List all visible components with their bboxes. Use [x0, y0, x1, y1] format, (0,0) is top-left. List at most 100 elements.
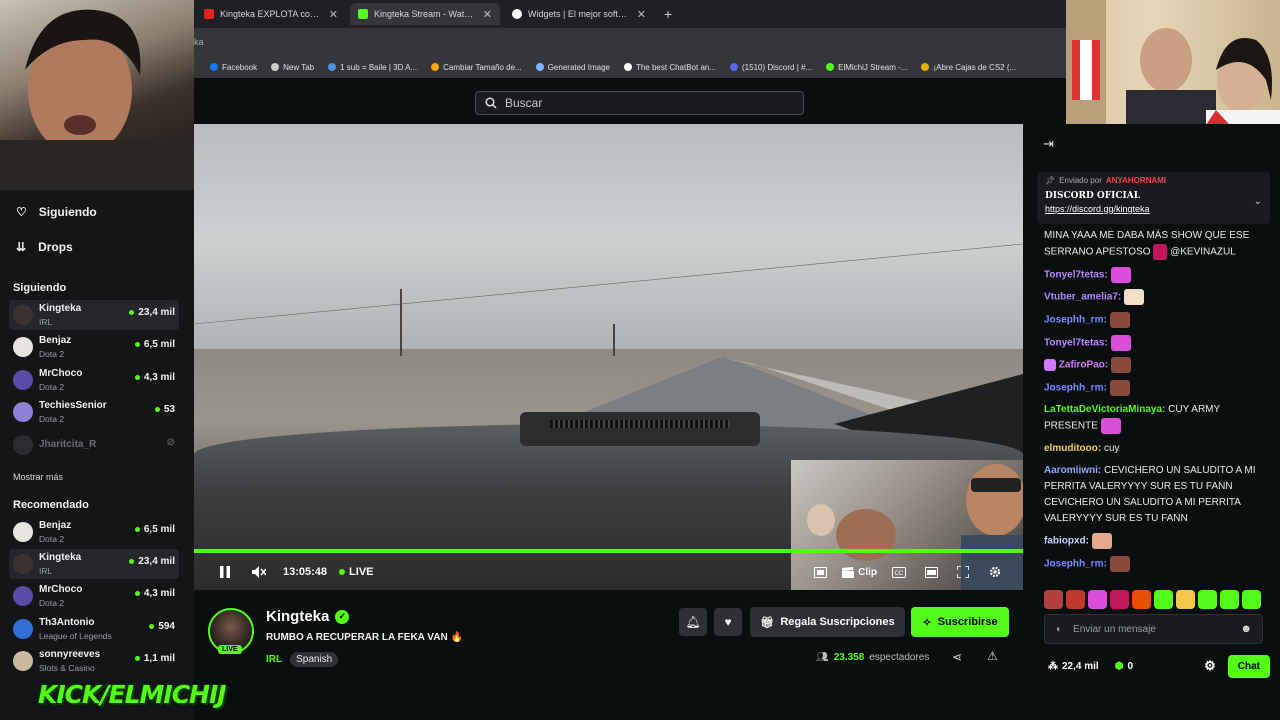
bookmark-item[interactable]: ¡Abre Cajas de CS2 (... — [921, 63, 1016, 72]
nav-following[interactable]: ♡ Siguiendo — [16, 205, 97, 219]
chat-username[interactable]: Vtuber_amelia7: — [1044, 292, 1121, 303]
address-bar[interactable]: ka — [194, 28, 1066, 56]
emote-icon[interactable] — [1220, 590, 1239, 609]
bookmark-item[interactable]: New Tab — [271, 63, 314, 72]
pause-button[interactable] — [211, 558, 239, 586]
sidebar-channel-mrchoco[interactable]: MrChoco Dota 2 4,3 mil — [9, 581, 179, 611]
bookmark-item[interactable]: Generated Image — [535, 63, 610, 72]
sidebar-channel-techiessenior[interactable]: TechiesSenior Dota 2 53 — [9, 397, 179, 427]
close-tab-icon[interactable]: ✕ — [483, 8, 492, 21]
chevron-down-icon[interactable]: ⌄ — [1254, 196, 1262, 207]
live-dot-icon — [134, 375, 140, 380]
emote-icon[interactable] — [1242, 590, 1261, 609]
new-tab-plus-icon[interactable]: + — [658, 6, 678, 22]
live-indicator[interactable]: LIVE — [339, 566, 374, 578]
stream-category-link[interactable]: IRL — [266, 654, 282, 665]
sidebar-channel-offline[interactable]: Jharitcita_R ⊘ — [9, 430, 179, 460]
browser-tab[interactable]: Widgets | El mejor software par ✕ — [504, 3, 654, 25]
settings-button[interactable] — [981, 558, 1009, 586]
chat-username[interactable]: elmuditooo: — [1044, 443, 1101, 454]
emote-icon[interactable] — [1132, 590, 1151, 609]
chat-username[interactable]: Josephh_rm: — [1044, 558, 1107, 569]
emote-icon[interactable] — [1044, 590, 1063, 609]
subscribe-button[interactable]: ✧ Suscribirse — [911, 607, 1009, 637]
avatar — [13, 619, 33, 639]
avatar — [13, 554, 33, 574]
sidebar-channel-benjaz[interactable]: Benjaz Dota 2 6,5 mil — [9, 332, 179, 362]
video-player[interactable]: 13:05:48 LIVE Clip CC — [194, 124, 1023, 590]
theater-mode-button[interactable] — [917, 558, 945, 586]
close-tab-icon[interactable]: ✕ — [637, 8, 646, 21]
close-tab-icon[interactable]: ✕ — [329, 8, 338, 21]
browser-tab-active[interactable]: Kingteka Stream - Watch Live o ✕ — [350, 3, 500, 25]
chat-username[interactable]: fabiopxd: — [1044, 536, 1089, 547]
live-dot-icon — [149, 624, 155, 629]
bookmark-item[interactable]: The best ChatBot an... — [623, 63, 716, 72]
send-chat-button[interactable]: Chat — [1227, 654, 1270, 678]
elapsed-time: 13:05:48 — [283, 566, 328, 578]
show-more-link[interactable]: Mostrar más — [13, 472, 63, 482]
pinned-by-user[interactable]: ANYAHORNAMI — [1106, 176, 1166, 185]
chat-message-input[interactable]: ◖ Enviar un mensaje ☻ — [1044, 614, 1263, 644]
viewer-count-text: 53 — [163, 404, 175, 415]
captions-button[interactable]: CC — [885, 558, 913, 586]
sidebar-channel-kingteka[interactable]: Kingteka IRL 23,4 mil — [9, 300, 179, 330]
search-input[interactable]: Buscar — [475, 91, 804, 115]
emote-icon[interactable] — [1066, 590, 1085, 609]
sidebar-channel-kingteka[interactable]: Kingteka IRL 23,4 mil — [9, 549, 179, 579]
emote-icon[interactable] — [1154, 590, 1173, 609]
notifications-button[interactable]: 🔔︎ — [679, 608, 707, 636]
gift-subs-button[interactable]: 🎁︎ Regala Suscripciones — [750, 607, 905, 637]
chat-username[interactable]: Josephh_rm: — [1044, 382, 1107, 393]
emote-icon[interactable] — [1110, 590, 1129, 609]
chat-badge-icon[interactable]: ◖ — [1055, 624, 1061, 635]
sidebar-channel-mrchoco[interactable]: MrChoco Dota 2 4,3 mil — [9, 365, 179, 395]
clip-button[interactable]: Clip — [838, 566, 881, 578]
bookmark-item[interactable]: Facebook — [210, 63, 257, 72]
language-tag[interactable]: Spanish — [290, 652, 339, 667]
emote-icon[interactable] — [1176, 590, 1195, 609]
sidebar-channel-sonnyreeves[interactable]: sonnyreeves Slots & Casino 1,1 mil — [9, 646, 179, 676]
bookmark-item[interactable]: 1 sub = Baile | 3D A... — [328, 63, 417, 72]
chat-username[interactable]: LaTettaDeVictoriaMinaya: — [1044, 404, 1165, 415]
avatar — [13, 402, 33, 422]
chat-settings-gear-icon[interactable]: ⚙ — [1204, 658, 1216, 674]
report-button[interactable]: ⚠ — [987, 649, 998, 663]
emote-icon[interactable] — [1198, 590, 1217, 609]
chat-username[interactable]: ZafiroPao: — [1059, 360, 1108, 371]
kick-points[interactable]: 0 — [1127, 661, 1133, 672]
collapse-chat-button[interactable]: ⇥ — [1043, 136, 1054, 152]
viewer-count: 594 — [149, 621, 175, 632]
message-mention[interactable]: @KEVINAZUL — [1170, 247, 1236, 258]
chat-username[interactable]: Tonyel7tetas: — [1044, 269, 1108, 280]
channel-category: Dota 2 — [39, 414, 65, 424]
chat-username[interactable]: Josephh_rm: — [1044, 315, 1107, 326]
tab-title: Widgets | El mejor software par — [528, 9, 631, 19]
follow-button[interactable]: ♥ — [714, 608, 742, 636]
sidebar-channel-benjaz[interactable]: Benjaz Dota 2 6,5 mil — [9, 517, 179, 547]
emote-icon[interactable] — [1088, 590, 1107, 609]
chat-username[interactable]: Aaromiiwni: — [1044, 465, 1101, 476]
sidebar-channel-th3antonio[interactable]: Th3Antonio League of Legends 594 — [9, 614, 179, 644]
channel-points[interactable]: 22,4 mil — [1062, 661, 1099, 672]
avatar — [13, 522, 33, 542]
share-button[interactable]: ⋖ — [952, 650, 962, 664]
streamer-name[interactable]: Kingteka — [266, 608, 329, 625]
chat-username[interactable]: Tonyel7tetas: — [1044, 337, 1108, 348]
viewer-count-text: 23,4 mil — [138, 556, 175, 567]
emoji-picker-icon[interactable]: ☻ — [1240, 623, 1252, 635]
browser-tab[interactable]: Kingteka EXPLOTA con el Ñaja I ✕ — [196, 3, 346, 25]
bookmark-item[interactable]: ElMichiJ Stream -... — [826, 63, 907, 72]
fullscreen-button[interactable] — [949, 558, 977, 586]
pinned-link[interactable]: https://discord.gg/kingteka — [1045, 204, 1262, 214]
bookmark-item[interactable]: Cambiar Tamaño de... — [431, 63, 522, 72]
chat-message: MINA YAAA ME DABA MÁS SHOW QUE ESE SERRA… — [1044, 228, 1266, 261]
video-frame-device — [520, 412, 760, 446]
bookmark-item[interactable]: (1510) Discord | #... — [730, 63, 812, 72]
pinned-message[interactable]: 📌︎ Enviado por ANYAHORNAMI DISCORD OFICI… — [1037, 172, 1270, 224]
mute-button[interactable] — [245, 558, 273, 586]
browser-tab-bar: Kingteka EXPLOTA con el Ñaja I ✕ Kingtek… — [194, 0, 1066, 28]
playback-progress-bar[interactable] — [194, 549, 1023, 553]
nav-drops[interactable]: ⇊ Drops — [16, 240, 73, 254]
mini-player-button[interactable] — [806, 558, 834, 586]
